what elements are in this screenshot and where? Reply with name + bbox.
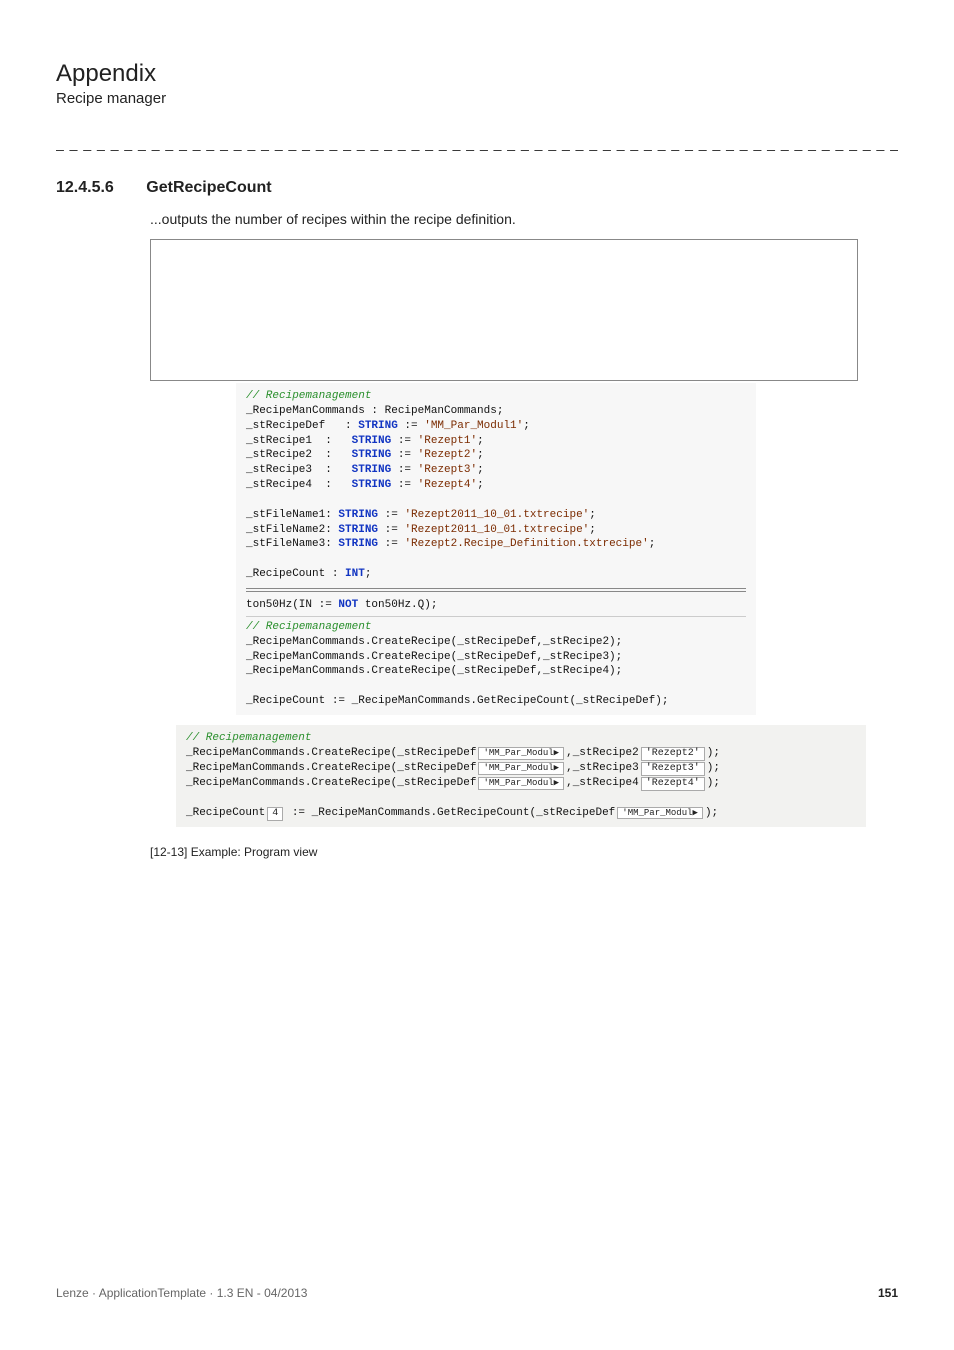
inline-value: 4: [267, 807, 283, 821]
code-declaration-block: // Recipemanagement _RecipeManCommands :…: [236, 383, 756, 715]
page-subtitle: Recipe manager: [56, 90, 898, 107]
inline-value: 'MM_Par_Modul▶: [478, 747, 564, 760]
page-number: 151: [878, 1286, 898, 1300]
footer-left: Lenze · ApplicationTemplate · 1.3 EN - 0…: [56, 1286, 307, 1300]
code-ident: _RecipeManCommands : RecipeManCommands;: [246, 405, 503, 417]
code-area: // Recipemanagement _RecipeManCommands :…: [176, 383, 896, 827]
inline-value: 'MM_Par_Modul▶: [478, 762, 564, 775]
code-comment: // Recipemanagement: [186, 732, 311, 744]
code-runtime-block: // Recipemanagement _RecipeManCommands.C…: [176, 725, 866, 827]
page-title: Appendix: [56, 60, 898, 88]
section-title: GetRecipeCount: [146, 179, 271, 196]
code-frame-placeholder: [150, 239, 858, 381]
section-heading: 12.4.5.6 GetRecipeCount: [56, 179, 898, 197]
page-footer: Lenze · ApplicationTemplate · 1.3 EN - 0…: [56, 1286, 898, 1300]
separator: _ _ _ _ _ _ _ _ _ _ _ _ _ _ _ _ _ _ _ _ …: [56, 135, 898, 151]
section-description: ...outputs the number of recipes within …: [150, 211, 898, 227]
code-comment: // Recipemanagement: [246, 621, 371, 633]
inline-value: 'Rezept2': [641, 747, 705, 761]
code-comment: // Recipemanagement: [246, 390, 371, 402]
inline-value: 'MM_Par_Modul▶: [617, 807, 703, 820]
inline-value: 'Rezept3': [641, 762, 705, 776]
figure-caption: [12-13] Example: Program view: [150, 845, 898, 859]
inline-value: 'MM_Par_Modul▶: [478, 777, 564, 790]
inline-value: 'Rezept4': [641, 777, 705, 791]
section-number: 12.4.5.6: [56, 179, 114, 197]
